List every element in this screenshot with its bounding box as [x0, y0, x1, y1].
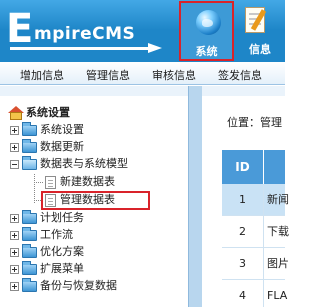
menu-review-info[interactable]: 审核信息 [152, 67, 196, 83]
folder-icon [22, 210, 37, 224]
logo-initial: E [6, 6, 34, 52]
data-table: ID 1 新闻 2 下载 3 图片 4 FLA [222, 150, 289, 307]
nav-system-label: 系统 [195, 45, 218, 58]
folder-open-icon [22, 156, 37, 170]
nav-info-label: 信息 [249, 43, 271, 56]
top-banner: E mpireCMS 系统 信息 [0, 0, 285, 62]
logo-text: mpireCMS [34, 24, 136, 44]
nav-system-button[interactable]: 系统 [179, 1, 234, 61]
expand-icon[interactable] [10, 231, 19, 240]
empirecms-logo: E mpireCMS [6, 9, 176, 54]
nav-info-button[interactable]: 信息 [240, 3, 280, 59]
folder-icon [22, 261, 37, 275]
expand-icon[interactable] [10, 282, 19, 291]
document-icon [45, 176, 56, 189]
separator-band [0, 86, 285, 96]
tree-root-label: 系统设置 [26, 106, 70, 119]
tree-connector [34, 182, 43, 183]
table-row[interactable]: 2 下载 [222, 216, 289, 248]
breadcrumb: 位置：管理 [227, 116, 282, 129]
panel-splitter[interactable] [188, 86, 202, 307]
home-icon [8, 106, 24, 122]
expand-icon[interactable] [10, 126, 19, 135]
menu-add-info[interactable]: 增加信息 [20, 67, 64, 83]
table-row[interactable]: 1 新闻 [222, 184, 289, 216]
folder-icon [22, 139, 37, 153]
table-row[interactable]: 3 图片 [222, 248, 289, 280]
expand-icon[interactable] [10, 248, 19, 257]
folder-icon [22, 122, 37, 136]
menu-bar: 增加信息 管理信息 审核信息 签发信息 [0, 62, 285, 85]
expand-icon[interactable] [10, 214, 19, 223]
folder-icon [22, 244, 37, 258]
collapse-icon[interactable] [10, 160, 19, 169]
folder-icon [22, 227, 37, 241]
folder-icon [22, 278, 37, 292]
logo-underline [10, 47, 150, 50]
expand-icon[interactable] [10, 265, 19, 274]
globe-icon [196, 10, 221, 35]
table-row[interactable]: 4 FLA [222, 280, 287, 307]
menu-sign-info[interactable]: 签发信息 [218, 67, 262, 83]
table-header: ID [222, 150, 285, 184]
highlight-box [41, 191, 150, 210]
expand-icon[interactable] [10, 143, 19, 152]
menu-manage-info[interactable]: 管理信息 [86, 67, 130, 83]
column-header-id[interactable]: ID [222, 150, 264, 184]
logo-arrow-icon [148, 43, 162, 53]
tree-connector [34, 174, 35, 203]
